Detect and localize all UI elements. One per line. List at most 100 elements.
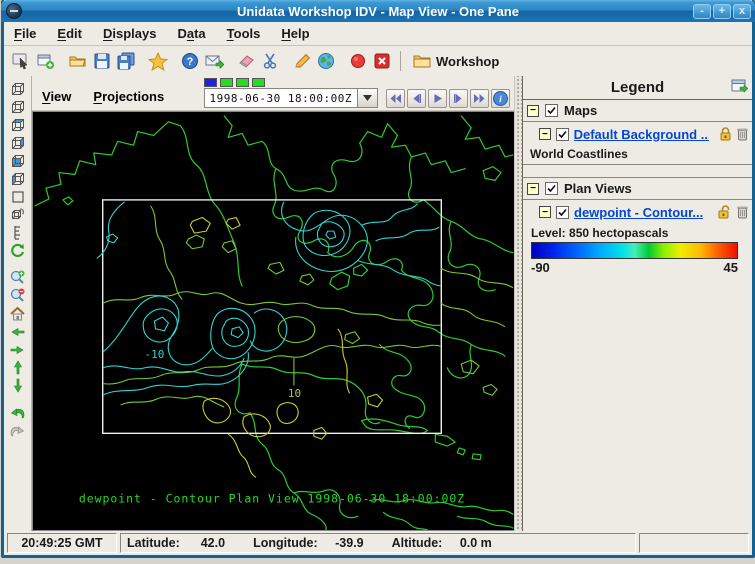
latitude-label: Latitude:: [127, 536, 180, 550]
map-display[interactable]: -10 10 dewpoint - Contour Plan View 1998…: [32, 111, 514, 531]
longitude-label: Longitude:: [253, 536, 318, 550]
menu-help[interactable]: Help: [281, 26, 309, 41]
go-start-button[interactable]: [386, 88, 405, 108]
menu-tools[interactable]: Tools: [227, 26, 261, 41]
main-toolbar: ? Workshop: [4, 46, 752, 77]
step-back-button[interactable]: [407, 88, 426, 108]
favorites-star-icon[interactable]: [146, 49, 170, 73]
scissors-icon[interactable]: [258, 49, 282, 73]
menu-projections[interactable]: Projections: [93, 89, 164, 104]
undo-icon[interactable]: [8, 404, 28, 421]
maps-checkbox[interactable]: [545, 104, 558, 117]
record-icon[interactable]: [346, 49, 370, 73]
latitude-value: 42.0: [200, 536, 226, 550]
save-as-icon[interactable]: [114, 49, 138, 73]
plan-views-checkbox[interactable]: [545, 182, 558, 195]
dewpoint-colorbar[interactable]: [531, 242, 738, 259]
menu-view[interactable]: View: [42, 89, 71, 104]
contours-yellow: [189, 216, 384, 478]
longitude-value: -39.9: [335, 536, 364, 550]
play-button[interactable]: [428, 88, 447, 108]
eraser-icon[interactable]: [234, 49, 258, 73]
redo-icon[interactable]: [8, 422, 28, 439]
globe-icon[interactable]: [314, 49, 338, 73]
svg-text:?: ?: [187, 56, 194, 68]
flat-square-icon[interactable]: [8, 188, 28, 205]
pan-left-icon[interactable]: [8, 323, 28, 340]
cube-wire-1-icon[interactable]: [8, 80, 28, 97]
chevron-down-icon[interactable]: [357, 89, 377, 107]
title-bar: Unidata Workshop IDV - Map View - One Pa…: [1, 0, 755, 22]
map-canvas: -10 10 dewpoint - Contour Plan View 1998…: [34, 115, 514, 530]
menu-edit[interactable]: Edit: [57, 26, 82, 41]
dewpoint-link[interactable]: dewpoint - Contour...: [574, 205, 703, 220]
cube-front-face-icon[interactable]: [8, 152, 28, 169]
level-label: Level: 850 hectopascals: [531, 226, 669, 240]
step-forward-button[interactable]: [449, 88, 468, 108]
zoom-in-icon[interactable]: [8, 269, 28, 286]
map-caption: dewpoint - Contour Plan View 1998-06-30 …: [79, 492, 465, 506]
close-button[interactable]: x: [733, 3, 751, 19]
app-window: Unidata Workshop IDV - Map View - One Pa…: [1, 0, 755, 558]
info-button[interactable]: i: [491, 88, 510, 108]
world-coastlines-label: World Coastlines: [523, 146, 752, 165]
go-end-button[interactable]: [470, 88, 489, 108]
legend-title: Legend: [610, 79, 665, 96]
show-dashboard-icon[interactable]: [10, 49, 34, 73]
cube-right-face-icon[interactable]: [8, 134, 28, 151]
vertical-scale-icon[interactable]: [8, 224, 28, 241]
maximize-button[interactable]: +: [713, 3, 731, 19]
support-mail-icon[interactable]: [202, 49, 226, 73]
toolbar-separator: [400, 51, 401, 71]
cube-left-face-icon[interactable]: [8, 170, 28, 187]
menu-data[interactable]: Data: [177, 26, 205, 41]
time-step-current[interactable]: [203, 78, 217, 87]
legend-splitter[interactable]: [514, 76, 522, 531]
pan-up-icon[interactable]: [8, 359, 28, 376]
time-step[interactable]: [235, 78, 249, 87]
time-dropdown[interactable]: 1998-06-30 18:00:00Z: [203, 88, 378, 108]
collapse-icon[interactable]: −: [527, 182, 539, 195]
new-window-icon[interactable]: [34, 49, 58, 73]
collapse-icon[interactable]: −: [539, 206, 551, 218]
time-step[interactable]: [251, 78, 265, 87]
dewpoint-checkbox[interactable]: [556, 205, 569, 219]
menu-displays[interactable]: Displays: [103, 26, 156, 41]
pencil-icon[interactable]: [290, 49, 314, 73]
help-icon[interactable]: ?: [178, 49, 202, 73]
workshop-button[interactable]: Workshop: [407, 51, 505, 71]
exit-icon[interactable]: [370, 49, 394, 73]
legend-item-default-background: − Default Background ...: [523, 122, 752, 146]
trash-icon[interactable]: [737, 127, 748, 141]
legend-item-dewpoint: − dewpoint - Contour...: [523, 200, 752, 224]
contours-cyan: [96, 201, 442, 396]
open-folder-icon[interactable]: [66, 49, 90, 73]
time-step-indicators[interactable]: [203, 78, 265, 87]
pan-right-icon[interactable]: [8, 341, 28, 358]
pan-down-icon[interactable]: [8, 377, 28, 394]
home-icon[interactable]: [8, 305, 28, 322]
default-background-link[interactable]: Default Background ...: [574, 127, 709, 142]
legend-group-maps: − Maps: [523, 100, 752, 122]
time-step[interactable]: [219, 78, 233, 87]
trash-icon[interactable]: [737, 205, 748, 219]
lock-icon[interactable]: [719, 127, 732, 141]
map-view-toolbar: View Projections 1998-06-30 18:00:00Z i: [32, 76, 514, 111]
default-background-checkbox[interactable]: [555, 127, 569, 141]
cube-wire-2-icon[interactable]: [8, 98, 28, 115]
cube-top-face-icon[interactable]: [8, 116, 28, 133]
collapse-icon[interactable]: −: [539, 128, 551, 140]
float-legend-icon[interactable]: [731, 79, 748, 94]
legend-panel: Legend − Maps − Default Background ... W…: [522, 76, 752, 531]
unlock-icon[interactable]: [717, 205, 732, 219]
collapse-icon[interactable]: −: [527, 104, 539, 117]
auto-rotate-icon[interactable]: [8, 242, 28, 259]
menu-file[interactable]: File: [14, 26, 36, 41]
save-icon[interactable]: [90, 49, 114, 73]
workshop-folder-icon: [413, 55, 431, 68]
zoom-out-icon[interactable]: [8, 287, 28, 304]
rotate-cube-icon[interactable]: [8, 206, 28, 223]
data-bounding-box: [102, 199, 442, 434]
menu-bar: File Edit Displays Data Tools Help: [4, 22, 752, 46]
minimize-button[interactable]: -: [693, 3, 711, 19]
